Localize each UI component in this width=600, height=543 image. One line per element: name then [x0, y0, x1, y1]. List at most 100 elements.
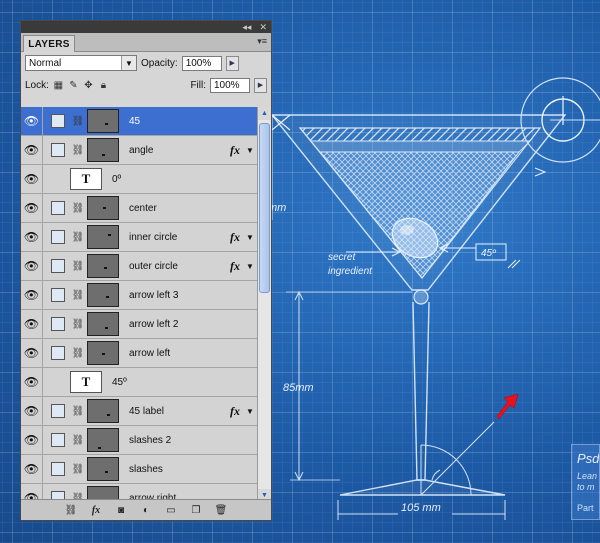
fx-icon[interactable]: fx — [89, 503, 103, 517]
link-chain-icon[interactable]: ⛓ — [71, 464, 85, 475]
layer-row[interactable]: 👁︎ ⛓ slashes 2 — [21, 426, 257, 455]
link-chain-icon[interactable]: ⛓ — [71, 290, 85, 301]
link-chain-icon[interactable]: ⛓ — [71, 348, 85, 359]
layer-row[interactable]: 👁︎ ⛓ inner circle fx ▼ — [21, 223, 257, 252]
glass-base — [339, 479, 506, 496]
visibility-eye-icon[interactable]: 👁︎ — [21, 339, 43, 367]
effects-expand-icon[interactable]: ▼ — [243, 262, 257, 271]
vector-mask-icon[interactable] — [51, 346, 65, 360]
blend-mode-select[interactable]: Normal ▼ — [25, 55, 137, 71]
visibility-eye-icon[interactable]: 👁︎ — [21, 252, 43, 280]
vector-mask-icon[interactable] — [51, 259, 65, 273]
layer-row[interactable]: 👁︎ ⛓ angle fx ▼ — [21, 136, 257, 165]
hatch-band — [298, 127, 542, 142]
vector-mask-icon[interactable] — [51, 143, 65, 157]
promo-box: Psd Lean to m Part — [571, 444, 600, 520]
lock-paint-icon[interactable]: ✎ — [68, 80, 79, 91]
link-chain-icon[interactable]: ⛓ — [71, 116, 85, 127]
visibility-eye-icon[interactable]: 👁︎ — [21, 165, 43, 193]
visibility-eye-icon[interactable]: 👁︎ — [21, 397, 43, 425]
effects-expand-icon[interactable]: ▼ — [243, 233, 257, 242]
blend-row: Normal ▼ Opacity: 100% ▶ — [21, 52, 271, 74]
mask-icon[interactable]: ◙ — [114, 503, 128, 517]
vector-mask-icon[interactable] — [51, 230, 65, 244]
visibility-eye-icon[interactable]: 👁︎ — [21, 310, 43, 338]
new-layer-icon[interactable]: ❐ — [189, 503, 203, 517]
visibility-eye-icon[interactable]: 👁︎ — [21, 281, 43, 309]
vector-mask-icon[interactable] — [51, 404, 65, 418]
layer-row[interactable]: 👁︎ T 45º — [21, 368, 257, 397]
opacity-slider-button[interactable]: ▶ — [225, 55, 239, 71]
vector-mask-icon[interactable] — [51, 114, 65, 128]
text-layer-thumbnail: T — [70, 168, 102, 190]
layer-name[interactable]: arrow left — [129, 348, 257, 359]
red-arrow — [496, 393, 519, 420]
layer-row[interactable]: 👁︎ T 0º — [21, 165, 257, 194]
adjustment-icon[interactable]: ◐ — [139, 503, 153, 517]
layer-name[interactable]: inner circle — [129, 232, 227, 243]
layer-row[interactable]: 👁︎ ⛓ slashes — [21, 455, 257, 484]
layer-name[interactable]: slashes 2 — [129, 435, 257, 446]
vector-mask-icon[interactable] — [51, 288, 65, 302]
layers-scrollbar[interactable]: ▲ ▼ — [257, 107, 271, 502]
layer-thumbnail — [87, 428, 119, 452]
visibility-eye-icon[interactable]: 👁︎ — [21, 223, 43, 251]
layer-effects-icon[interactable]: fx — [227, 230, 243, 245]
link-chain-icon[interactable]: ⛓ — [71, 232, 85, 243]
opacity-field[interactable]: 100% — [181, 55, 222, 71]
vector-mask-icon[interactable] — [51, 462, 65, 476]
layer-name[interactable]: center — [129, 203, 257, 214]
close-icon[interactable]: ✕ — [259, 22, 267, 33]
vector-mask-icon[interactable] — [51, 201, 65, 215]
trash-icon[interactable]: 🗑︎ — [214, 503, 228, 517]
layer-name[interactable]: outer circle — [129, 261, 227, 272]
link-chain-icon[interactable]: ⛓ — [71, 203, 85, 214]
link-icon[interactable]: ⛓ — [64, 503, 78, 517]
folder-icon[interactable]: ▭ — [164, 503, 178, 517]
link-chain-icon[interactable]: ⛓ — [71, 406, 85, 417]
layer-row[interactable]: 👁︎ ⛓ outer circle fx ▼ — [21, 252, 257, 281]
scroll-thumb[interactable] — [259, 123, 270, 293]
layer-row[interactable]: 👁︎ ⛓ 45 label fx ▼ — [21, 397, 257, 426]
link-chain-icon[interactable]: ⛓ — [71, 319, 85, 330]
layer-effects-icon[interactable]: fx — [227, 404, 243, 419]
effects-expand-icon[interactable]: ▼ — [243, 146, 257, 155]
vector-mask-icon[interactable] — [51, 317, 65, 331]
layer-row[interactable]: 👁︎ ⛓ 45 — [21, 107, 257, 136]
layer-effects-icon[interactable]: fx — [227, 259, 243, 274]
visibility-eye-icon[interactable]: 👁︎ — [21, 107, 43, 135]
collapse-icon[interactable]: ◂◂ — [242, 22, 251, 33]
visibility-eye-icon[interactable]: 👁︎ — [21, 426, 43, 454]
layer-row[interactable]: 👁︎ ⛓ arrow left 3 — [21, 281, 257, 310]
visibility-eye-icon[interactable]: 👁︎ — [21, 194, 43, 222]
visibility-eye-icon[interactable]: 👁︎ — [21, 136, 43, 164]
panel-menu-icon[interactable]: ▾≡ — [257, 36, 267, 47]
layer-row[interactable]: 👁︎ ⛓ arrow left 2 — [21, 310, 257, 339]
link-chain-icon[interactable]: ⛓ — [71, 261, 85, 272]
scroll-up-icon[interactable]: ▲ — [258, 107, 271, 120]
visibility-eye-icon[interactable]: 👁︎ — [21, 368, 43, 396]
layer-effects-icon[interactable]: fx — [227, 143, 243, 158]
layer-name[interactable]: 45º — [112, 377, 257, 388]
layer-name[interactable]: 0º — [112, 174, 257, 185]
link-chain-icon[interactable]: ⛓ — [71, 145, 85, 156]
fill-field[interactable]: 100% — [210, 77, 250, 93]
lock-all-icon[interactable]: 🔒︎ — [98, 80, 109, 91]
layer-name[interactable]: angle — [129, 145, 227, 156]
effects-expand-icon[interactable]: ▼ — [243, 407, 257, 416]
layer-row[interactable]: 👁︎ ⛓ center — [21, 194, 257, 223]
tab-layers[interactable]: LAYERS — [23, 35, 75, 52]
layer-row[interactable]: 👁︎ ⛓ arrow left — [21, 339, 257, 368]
layer-name[interactable]: arrow left 3 — [129, 290, 257, 301]
lock-transparent-icon[interactable]: ▦ — [53, 80, 64, 91]
lock-move-icon[interactable]: ✥ — [83, 80, 94, 91]
fill-slider-button[interactable]: ▶ — [254, 77, 267, 93]
link-chain-icon[interactable]: ⛓ — [71, 435, 85, 446]
label-height: 85mm — [283, 382, 314, 394]
layer-name[interactable]: slashes — [129, 464, 257, 475]
layer-name[interactable]: 45 label — [129, 406, 227, 417]
vector-mask-icon[interactable] — [51, 433, 65, 447]
visibility-eye-icon[interactable]: 👁︎ — [21, 455, 43, 483]
layer-name[interactable]: 45 — [129, 116, 257, 127]
layer-name[interactable]: arrow left 2 — [129, 319, 257, 330]
